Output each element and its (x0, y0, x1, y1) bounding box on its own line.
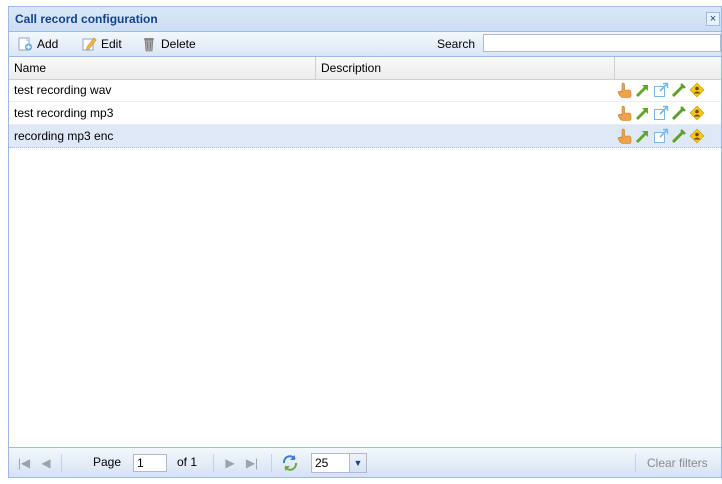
last-page-icon[interactable]: ▶| (245, 456, 259, 470)
first-page-icon[interactable]: |◀ (17, 456, 31, 470)
search-input[interactable] (483, 34, 721, 52)
hand-pointer-icon[interactable] (617, 82, 633, 98)
chevron-down-icon[interactable]: ▼ (349, 454, 366, 472)
hand-pointer-icon[interactable] (617, 128, 633, 144)
separator (213, 454, 214, 472)
row-name: test recording wav (14, 83, 112, 97)
paging-toolbar: |◀ ◀ Page of 1 ▶ ▶| 25 ▼ Clear filters (9, 447, 721, 477)
page-size-select[interactable]: 25 ▼ (311, 453, 367, 473)
column-header-description[interactable]: Description (316, 57, 615, 79)
edit-button[interactable]: Edit (81, 36, 122, 52)
edit-icon (82, 37, 97, 51)
warning-user-icon[interactable] (689, 128, 705, 144)
row-actions (617, 82, 705, 98)
table-row[interactable]: test recording mp3 (9, 102, 721, 125)
trash-icon (144, 38, 154, 52)
prev-page-icon[interactable]: ◀ (39, 456, 53, 470)
clear-filters-button[interactable]: Clear filters (647, 456, 708, 470)
window-title: Call record configuration (15, 12, 158, 26)
column-header-name[interactable]: Name (9, 57, 316, 79)
refresh-icon[interactable] (281, 454, 299, 472)
delete-button[interactable]: Delete (141, 36, 196, 52)
search-label: Search (437, 37, 476, 51)
separator (271, 454, 272, 472)
grid-body: test recording wav test recording mp3 re… (9, 79, 721, 148)
close-button[interactable]: × (706, 12, 720, 26)
next-page-icon[interactable]: ▶ (223, 456, 237, 470)
hand-pointer-icon[interactable] (617, 105, 633, 121)
toolbar: Add Edit Delete Search (9, 32, 721, 57)
open-external-icon[interactable] (653, 82, 669, 98)
grid-header: Name Description (9, 57, 721, 80)
warning-user-icon[interactable] (689, 105, 705, 121)
page-size-value: 25 (315, 456, 329, 470)
green-arrow-icon[interactable] (635, 82, 651, 98)
open-external-icon[interactable] (653, 128, 669, 144)
page-count: of 1 (177, 455, 198, 469)
row-name: test recording mp3 (14, 106, 114, 120)
warning-user-icon[interactable] (689, 82, 705, 98)
separator (61, 454, 62, 472)
row-actions (617, 128, 705, 144)
green-arrow-icon[interactable] (635, 105, 651, 121)
green-arrow-icon[interactable] (635, 128, 651, 144)
column-header-actions[interactable] (615, 57, 721, 79)
edit-label: Edit (101, 37, 122, 51)
green-check-icon[interactable] (671, 128, 687, 144)
green-check-icon[interactable] (671, 105, 687, 121)
add-label: Add (37, 37, 59, 51)
table-row[interactable]: test recording wav (9, 79, 721, 102)
open-external-icon[interactable] (653, 105, 669, 121)
add-icon (18, 37, 32, 51)
table-row-selected[interactable]: recording mp3 enc (9, 125, 721, 148)
add-button[interactable]: Add (17, 36, 58, 52)
page-label: Page (93, 455, 122, 469)
separator (635, 454, 636, 472)
window-titlebar: Call record configuration × (9, 7, 721, 32)
row-name: recording mp3 enc (14, 129, 114, 143)
row-actions (617, 105, 705, 121)
page-input[interactable] (133, 454, 167, 472)
delete-label: Delete (161, 37, 196, 51)
green-check-icon[interactable] (671, 82, 687, 98)
call-record-window: Call record configuration × Add Edit Del… (8, 6, 722, 478)
